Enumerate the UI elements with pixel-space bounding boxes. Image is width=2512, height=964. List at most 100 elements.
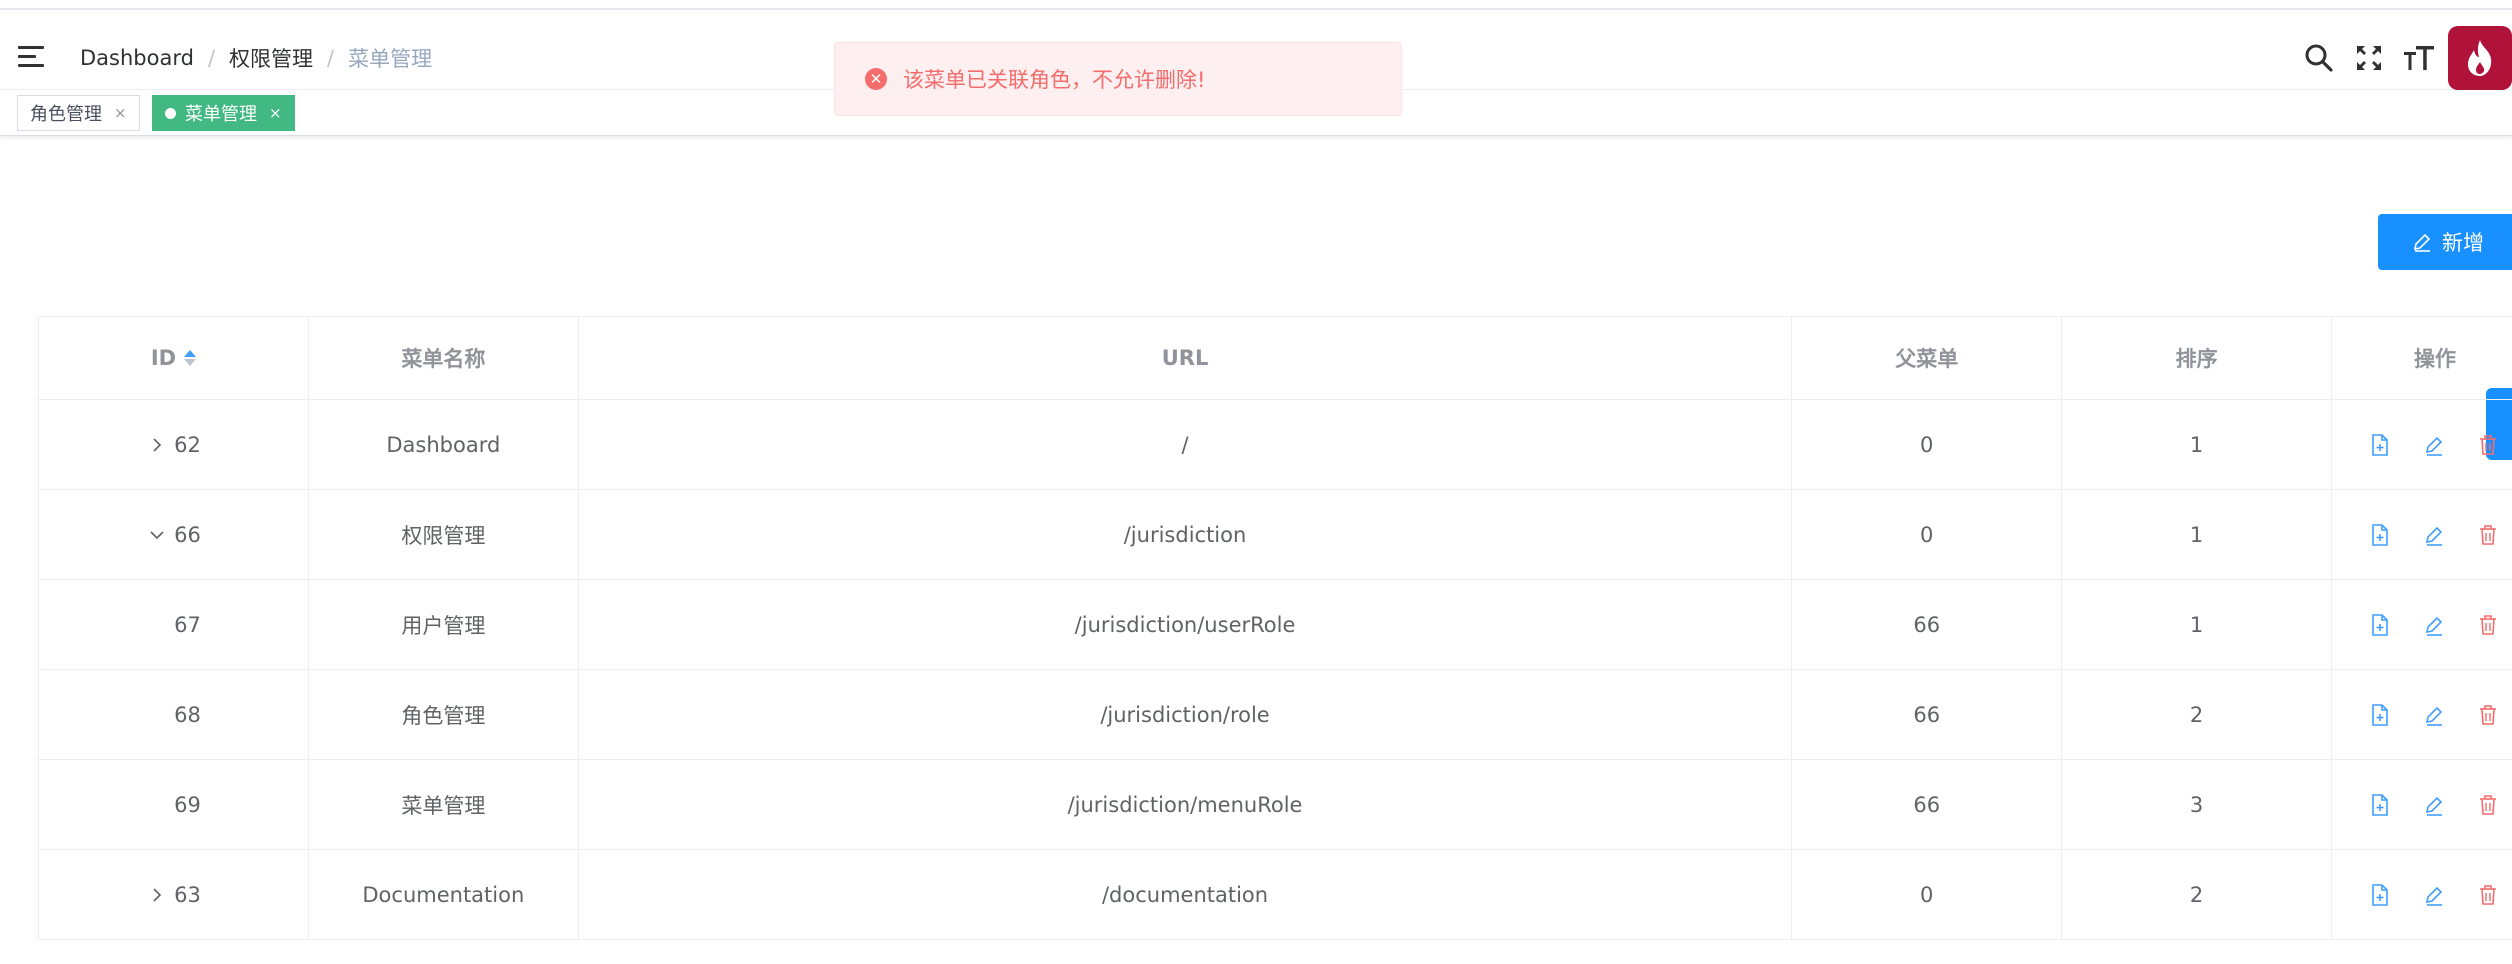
close-icon[interactable]: × (114, 104, 127, 122)
column-header-label: 父菜单 (1895, 347, 1959, 371)
edit-icon[interactable] (2422, 433, 2446, 457)
add-child-icon[interactable] (2368, 613, 2392, 637)
fullscreen-icon[interactable] (2344, 33, 2394, 83)
hamburger-icon[interactable] (18, 46, 44, 68)
cell-sort: 2 (2062, 670, 2333, 759)
delete-icon[interactable] (2476, 613, 2500, 637)
cell-name-value: 菜单管理 (401, 793, 486, 818)
cell-actions (2332, 760, 2512, 849)
column-header-label: 操作 (2414, 347, 2457, 371)
add-child-icon[interactable] (2368, 523, 2392, 547)
cell-parent-value: 66 (1913, 792, 1941, 817)
chevron-right-icon[interactable] (146, 884, 168, 906)
edit-icon[interactable] (2422, 613, 2446, 637)
cell-parent: 0 (1792, 490, 2063, 579)
cell-name: Documentation (309, 850, 579, 939)
cell-url-value: /jurisdiction/role (1100, 702, 1270, 727)
cell-name-value: Dashboard (386, 432, 501, 457)
add-button[interactable]: 新增 (2378, 214, 2512, 270)
cell-id: 69 (39, 760, 309, 849)
table-header: ID 菜单名称 URL 父菜单 排序 操作 (39, 317, 2512, 400)
cell-id: 66 (39, 490, 309, 579)
edit-icon[interactable] (2422, 703, 2446, 727)
text-size-icon[interactable] (2394, 33, 2444, 83)
id-wrap: 66 (146, 523, 201, 547)
breadcrumb-item-dashboard[interactable]: Dashboard (80, 46, 194, 70)
cell-parent: 66 (1792, 580, 2063, 669)
tag-menu-management[interactable]: 菜单管理 × (152, 95, 295, 131)
breadcrumb-item-permissions[interactable]: 权限管理 (229, 43, 313, 73)
cell-actions (2332, 850, 2512, 939)
cell-url-value: /jurisdiction/menuRole (1067, 792, 1303, 817)
column-header-label: 排序 (2175, 347, 2218, 371)
cell-url: /jurisdiction (579, 490, 1793, 579)
cell-sort-value: 1 (2189, 522, 2204, 547)
tag-label: 角色管理 (30, 104, 102, 125)
chevron-down-icon[interactable] (146, 524, 168, 546)
table-row: 66 权限管理/jurisdiction 0 1 (39, 490, 2512, 580)
breadcrumb: Dashboard / 权限管理 / 菜单管理 (80, 36, 432, 80)
tag-label: 菜单管理 (185, 104, 257, 125)
chevron-right-icon[interactable] (146, 434, 168, 456)
cell-parent-value: 66 (1913, 702, 1941, 727)
cell-url-value: /jurisdiction/userRole (1074, 612, 1296, 637)
cell-url-value: / (1181, 432, 1189, 457)
cell-sort-value: 1 (2189, 612, 2204, 637)
cell-name: 菜单管理 (309, 760, 579, 849)
id-wrap: 67 (146, 613, 201, 637)
column-header-parent: 父菜单 (1792, 317, 2063, 399)
delete-icon[interactable] (2476, 433, 2500, 457)
edit-icon[interactable] (2422, 883, 2446, 907)
column-header-id[interactable]: ID (39, 317, 309, 399)
cell-sort-value: 1 (2189, 432, 2204, 457)
cell-sort-value: 2 (2189, 702, 2204, 727)
cell-actions (2332, 400, 2512, 489)
cell-name-value: 权限管理 (401, 523, 486, 548)
column-header-label: 菜单名称 (401, 347, 486, 371)
sort-caret-icon[interactable] (184, 350, 197, 366)
cell-actions (2332, 580, 2512, 669)
add-child-icon[interactable] (2368, 793, 2392, 817)
breadcrumb-separator: / (207, 46, 216, 70)
delete-icon[interactable] (2476, 703, 2500, 727)
table-row: 62 Dashboard / 0 1 (39, 400, 2512, 490)
tag-role-management[interactable]: 角色管理 × (17, 95, 140, 131)
cell-parent-value: 0 (1920, 522, 1934, 547)
cell-sort: 1 (2062, 580, 2333, 669)
add-child-icon[interactable] (2368, 703, 2392, 727)
cell-name-value: Documentation (362, 882, 525, 907)
delete-icon[interactable] (2476, 883, 2500, 907)
navbar-actions (2294, 26, 2512, 90)
column-header-label: URL (1161, 346, 1209, 370)
breadcrumb-item-current: 菜单管理 (348, 47, 433, 71)
search-icon[interactable] (2294, 33, 2344, 83)
cell-id-value: 68 (174, 702, 201, 727)
cell-id: 63 (39, 850, 309, 939)
add-child-icon[interactable] (2368, 433, 2392, 457)
cell-sort: 3 (2062, 760, 2333, 849)
cell-parent: 66 (1792, 760, 2063, 849)
cell-url: /documentation (579, 850, 1793, 939)
edit-icon[interactable] (2422, 523, 2446, 547)
id-wrap: 68 (146, 703, 201, 727)
edit-icon[interactable] (2422, 793, 2446, 817)
error-circle-icon: ✕ (865, 68, 887, 90)
id-wrap: 63 (146, 883, 201, 907)
cell-parent: 66 (1792, 670, 2063, 759)
table-row: 68 角色管理/jurisdiction/role 66 2 (39, 670, 2512, 760)
cell-id: 62 (39, 400, 309, 489)
column-header-name: 菜单名称 (309, 317, 579, 399)
close-icon[interactable]: × (269, 104, 282, 122)
cell-url: / (579, 400, 1793, 489)
cell-id-value: 67 (174, 612, 201, 637)
delete-icon[interactable] (2476, 793, 2500, 817)
cell-parent-value: 66 (1913, 612, 1941, 637)
cell-name: 用户管理 (309, 580, 579, 669)
add-child-icon[interactable] (2368, 883, 2392, 907)
cell-parent-value: 0 (1920, 432, 1934, 457)
cell-id-value: 63 (174, 882, 201, 907)
id-wrap: 62 (146, 433, 201, 457)
avatar[interactable] (2448, 26, 2512, 90)
delete-icon[interactable] (2476, 523, 2500, 547)
page: Dashboard / 权限管理 / 菜单管理 角色管理 × 菜单管理 × ✕ … (0, 0, 2512, 964)
